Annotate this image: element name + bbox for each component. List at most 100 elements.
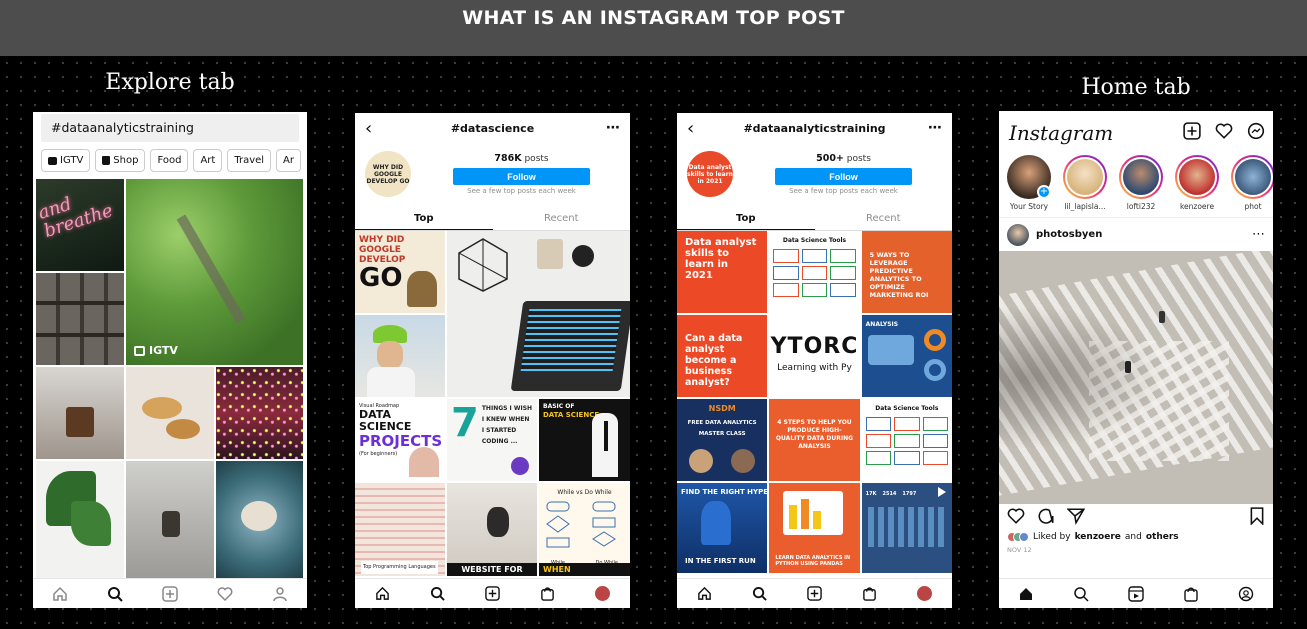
chip-shop[interactable]: Shop [95, 149, 146, 172]
heart-icon[interactable] [1215, 122, 1233, 144]
post-tile-pytorch[interactable]: YTORC Learning with Py [769, 315, 860, 397]
explore-grid: and breathe IGTV [36, 179, 304, 579]
chip-art[interactable]: Art [193, 149, 223, 172]
search-icon[interactable] [1072, 585, 1090, 603]
category-chips: IGTV Shop Food Art Travel Ar [33, 142, 307, 179]
post-tile-basic-data-science[interactable]: BASIC OF DATA SCIENCE [539, 399, 630, 481]
more-options-icon[interactable]: ⋯ [922, 120, 942, 136]
post-image[interactable] [999, 251, 1273, 504]
explore-tile-aerial[interactable] [216, 461, 303, 579]
back-icon[interactable]: ‹ [687, 118, 707, 139]
tab-recent[interactable]: Recent [815, 207, 953, 230]
explore-tile-city[interactable] [216, 367, 303, 459]
shop-icon[interactable] [861, 585, 879, 603]
explore-tile-pastry[interactable] [126, 367, 214, 459]
post-tile-ds-tools-2[interactable]: Data Science Tools [861, 399, 952, 481]
tile-text: FIND THE RIGHT HYPERPAR [681, 488, 768, 496]
chip-igtv[interactable]: IGTV [41, 149, 91, 172]
post-tile-programming[interactable]: Top Programming Languages [355, 483, 445, 576]
like-icon[interactable] [1007, 507, 1025, 529]
explore-tile-dog[interactable] [126, 461, 214, 579]
avatar[interactable] [1007, 223, 1029, 246]
igtv-label: IGTV [149, 344, 178, 357]
more-options-icon[interactable]: ⋯ [1252, 227, 1265, 242]
home-icon[interactable] [51, 585, 69, 603]
post-tile-seven-things[interactable]: 7 THINGS I WISH I KNEW WHEN I STARTED CO… [447, 399, 537, 481]
explore-tile-plant[interactable] [36, 461, 124, 579]
story-item[interactable]: lil_lapisla... [1063, 155, 1107, 211]
shop-icon[interactable] [1182, 585, 1200, 603]
play-icon [938, 487, 946, 497]
post-tile-while-loop[interactable]: While vs Do While WhileDo While WHEN [539, 483, 630, 576]
post-tile-5-ways[interactable]: 5 WAYS TO LEVERAGE PREDICTIVE ANALYTICS … [861, 231, 952, 313]
explore-tile-shelf[interactable] [36, 273, 124, 365]
post-tile-analysis-dashboard[interactable]: ANALYSIS [861, 315, 952, 397]
hashtag-avatar: Data analyst skills to learn in 2021 [687, 151, 733, 197]
post-tile-business-analyst[interactable]: Can a data analyst become a business ana… [677, 315, 768, 397]
chip-food[interactable]: Food [150, 149, 189, 172]
avatar: + [1007, 155, 1051, 199]
post-tile-ds-tools[interactable]: Data Science Tools [769, 231, 860, 313]
story-item[interactable]: phot [1231, 155, 1273, 211]
home-icon[interactable] [696, 585, 714, 603]
profile-avatar-icon[interactable] [916, 585, 934, 603]
search-icon[interactable] [429, 585, 447, 603]
home-tab-label: Home tab [1081, 75, 1191, 100]
profile-icon[interactable] [271, 585, 289, 603]
home-icon[interactable] [1017, 585, 1035, 603]
heart-icon[interactable] [216, 585, 234, 603]
post-tile-laptop[interactable] [447, 231, 630, 397]
share-icon[interactable] [1066, 507, 1086, 529]
add-post-icon[interactable] [484, 585, 502, 603]
post-tile-dashboard-video[interactable]: 17K 2514 1797 [861, 483, 952, 573]
tab-top[interactable]: Top [355, 207, 493, 230]
back-icon[interactable]: ‹ [365, 118, 385, 139]
search-input[interactable]: #dataanalyticstraining [41, 114, 299, 142]
explore-tile-coffee[interactable] [36, 367, 124, 459]
tile-text: 5 WAYS TO LEVERAGE PREDICTIVE ANALYTICS … [869, 251, 929, 299]
chip-label: Shop [113, 155, 139, 166]
add-post-icon[interactable] [161, 585, 179, 603]
story-item[interactable]: kenzoere [1175, 155, 1219, 211]
liked-by-user[interactable]: kenzoere [1075, 532, 1121, 542]
search-icon[interactable] [106, 585, 124, 603]
post-tile-pandas[interactable]: LEARN DATA ANALYTICS IN PYTHON USING PAN… [769, 483, 860, 573]
story-your-story[interactable]: + Your Story [1007, 155, 1051, 211]
reels-icon[interactable] [1127, 585, 1145, 603]
explore-tile-forest-igtv[interactable]: IGTV [126, 179, 303, 365]
post-username[interactable]: photosbyen [1036, 229, 1102, 240]
hashtag-profile: Data analyst skills to learn in 2021 500… [677, 143, 952, 207]
add-post-icon[interactable] [806, 585, 824, 603]
profile-avatar-icon[interactable] [594, 585, 612, 603]
home-icon[interactable] [374, 585, 392, 603]
post-tile-nsdm[interactable]: NSDM FREE DATA ANALYTICS MASTER CLASS [677, 399, 768, 481]
top-posts-grid: WHY DID GOOGLE DEVELOP GO Visual Roadmap… [355, 231, 630, 576]
liked-by-others[interactable]: others [1146, 532, 1179, 542]
post-tile-workspace[interactable]: WEBSITE FOR [447, 483, 537, 576]
bookmark-icon[interactable] [1249, 507, 1265, 529]
story-item[interactable]: lofti232 [1119, 155, 1163, 211]
add-post-icon[interactable] [1183, 122, 1201, 144]
post-tile-skills-2021[interactable]: Data analyst skills to learn in 2021 [677, 231, 768, 313]
post-tile-hyperparameter[interactable]: FIND THE RIGHT HYPERPAR IN THE FIRST RUN [677, 483, 768, 573]
chip-travel[interactable]: Travel [227, 149, 272, 172]
follow-button[interactable]: Follow [775, 168, 912, 185]
post-tile-4-steps[interactable]: 4 STEPS TO HELP YOU PRODUCE HIGH-QUALITY… [769, 399, 860, 481]
post-tile-go[interactable]: WHY DID GOOGLE DEVELOP GO [355, 231, 445, 313]
messenger-icon[interactable] [1247, 122, 1265, 144]
tab-top[interactable]: Top [677, 207, 815, 230]
tile-text: 2514 [882, 491, 897, 497]
search-icon[interactable] [751, 585, 769, 603]
comment-icon[interactable] [1037, 507, 1055, 529]
explore-tile-neon[interactable]: and breathe [36, 179, 124, 271]
post-tile-person[interactable] [355, 315, 445, 397]
tab-recent[interactable]: Recent [493, 207, 631, 230]
more-options-icon[interactable]: ⋯ [600, 120, 620, 136]
tile-text: WHY DID GOOGLE DEVELOP [359, 235, 406, 265]
shop-icon[interactable] [539, 585, 557, 603]
profile-icon[interactable] [1237, 585, 1255, 603]
bottom-nav [355, 578, 630, 608]
chip-more[interactable]: Ar [276, 149, 301, 172]
post-tile-projects[interactable]: Visual Roadmap DATA SCIENCE PROJECTS (Fo… [355, 399, 445, 481]
follow-button[interactable]: Follow [453, 168, 590, 185]
